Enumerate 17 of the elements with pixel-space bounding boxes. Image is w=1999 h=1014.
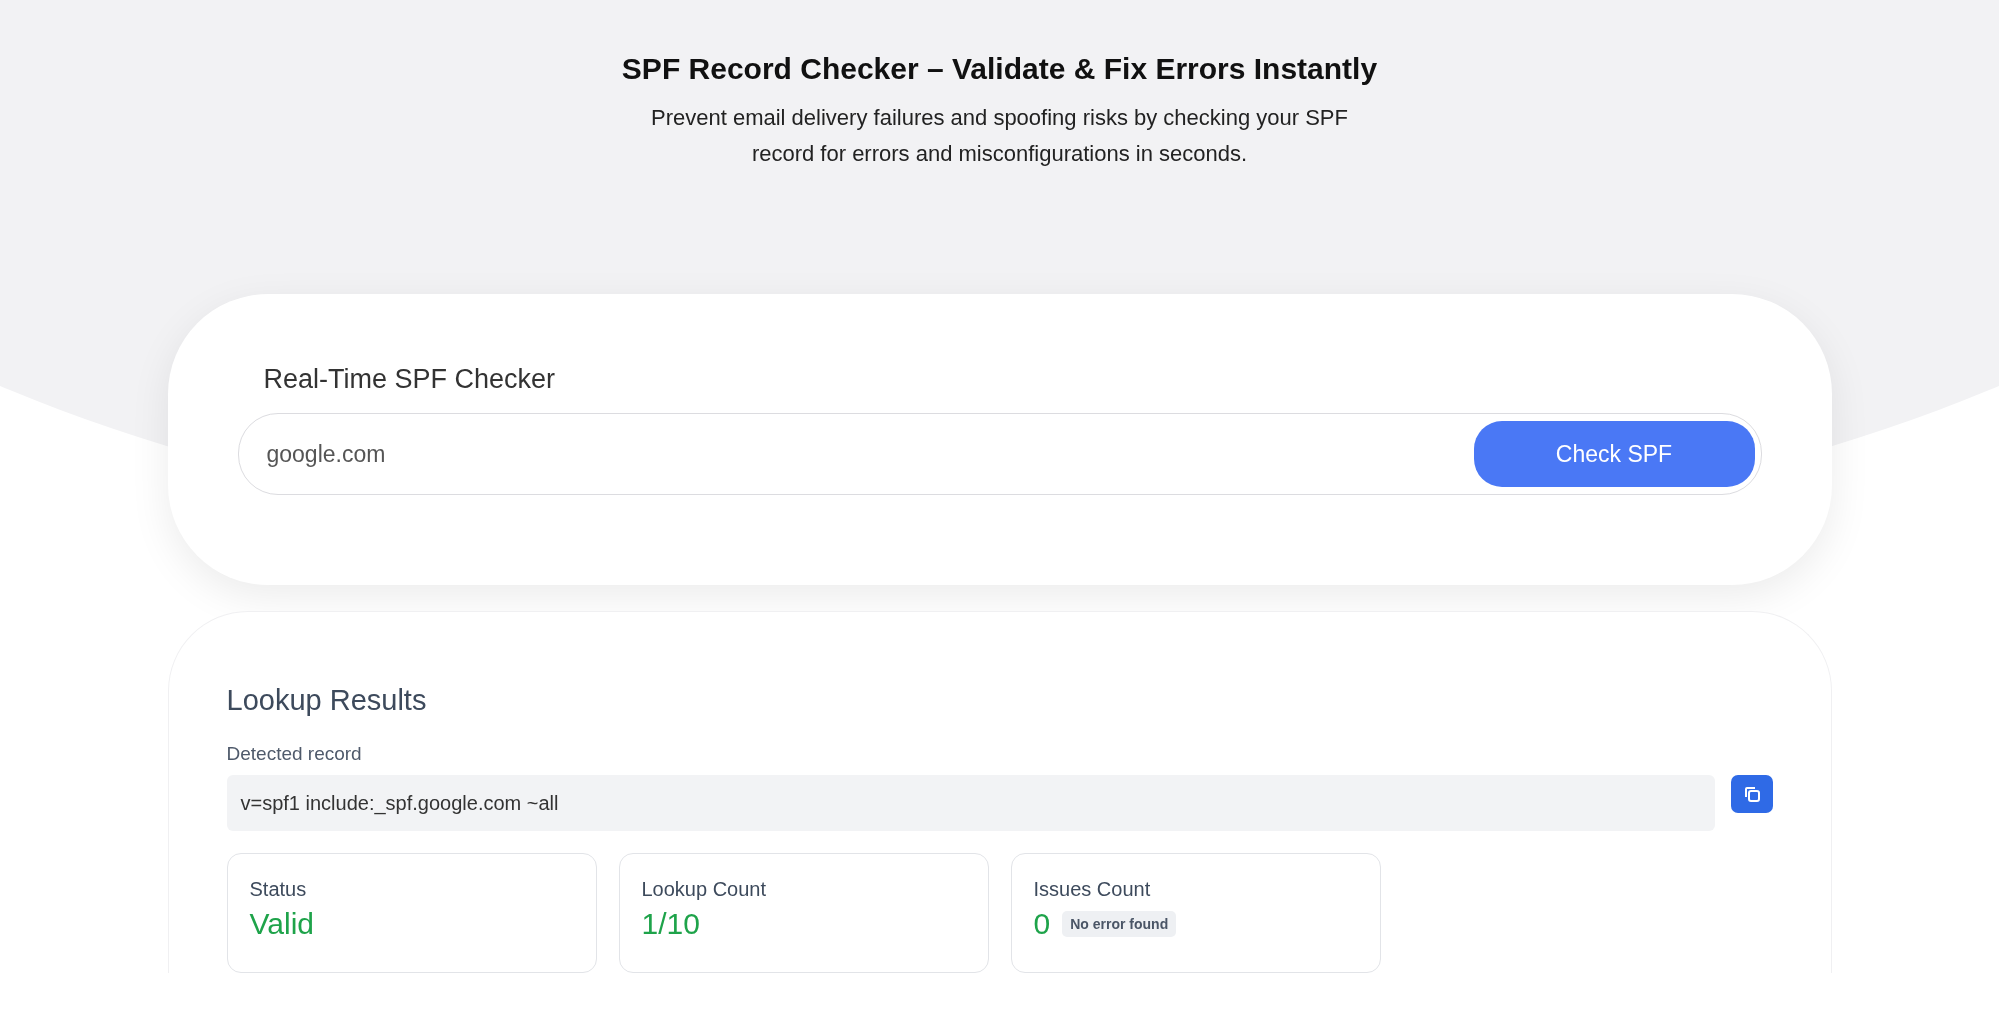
domain-field[interactable]: google.com Check SPF (237, 413, 1762, 495)
copy-button[interactable] (1730, 775, 1773, 813)
copy-icon (1742, 785, 1761, 803)
results-title: Lookup Results (226, 684, 428, 717)
record-field: v=spf1 include:_spf.google.com ~all (226, 775, 1715, 831)
stat-label: Issues Count (1033, 878, 1152, 901)
stat-label: Lookup Count (641, 878, 768, 901)
stat-value: 0 (1033, 907, 1051, 941)
page-subtitle: Prevent email delivery failures and spoofing risks by checking your SPF record for errors and misconfigurations in seconds. (650, 104, 1349, 168)
checker-title: Real-Time SPF Checker (263, 364, 557, 395)
stat-value: 1/10 (641, 907, 700, 941)
status-badge: No error found (1062, 911, 1177, 937)
record-label: Detected record (226, 743, 363, 765)
page-title: SPF Record Checker – Validate & Fix Errors Instantly (621, 52, 1378, 86)
stat-value: Valid (249, 907, 314, 941)
check-spf-button[interactable]: Check SPF (1473, 421, 1755, 487)
stat-label: Status (249, 878, 308, 901)
